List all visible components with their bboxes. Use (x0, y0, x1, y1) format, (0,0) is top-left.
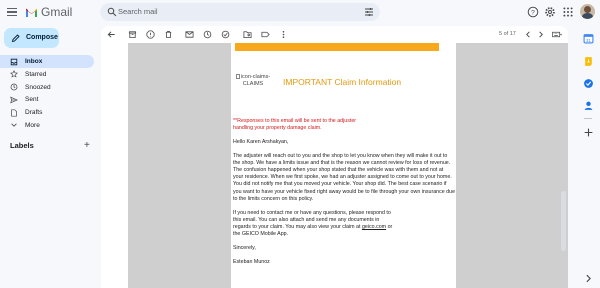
send-icon (10, 96, 18, 104)
newer-chevron-icon[interactable] (524, 30, 533, 39)
compose-label: Compose (26, 34, 58, 41)
older-chevron-icon[interactable] (536, 30, 545, 39)
broken-image-icon (235, 74, 240, 79)
add-to-tasks-icon[interactable] (221, 30, 230, 39)
settings-gear-icon[interactable] (544, 6, 556, 18)
page-count: 5 of 17 (499, 31, 516, 37)
sidebar-item-snoozed[interactable]: Snoozed (0, 81, 94, 94)
labels-heading: Labels (10, 141, 34, 150)
draft-icon (11, 109, 17, 117)
hide-side-panel-icon[interactable] (583, 273, 594, 284)
adjuster-notice: **Responses to this email will be sent t… (233, 118, 357, 132)
mark-unread-icon[interactable] (185, 30, 194, 39)
pencil-icon (11, 34, 20, 43)
label-icon[interactable] (261, 30, 270, 39)
email-title: IMPORTANT Claim Information (283, 77, 402, 87)
add-label-button[interactable]: + (84, 141, 90, 151)
delete-icon[interactable] (164, 30, 173, 39)
message-viewer: icon-claims-CLAIMS IMPORTANT Claim Infor… (128, 43, 568, 288)
side-panel-rail: 31 (576, 26, 600, 288)
sidebar-item-inbox[interactable]: Inbox (0, 55, 94, 68)
gmail-m-icon (25, 7, 38, 17)
sidebar-item-label: Sent (25, 96, 39, 104)
closing: Sincerely, (233, 244, 256, 251)
account-avatar[interactable] (580, 4, 595, 19)
keep-icon[interactable] (583, 56, 594, 67)
top-bar: Gmail Search mail ? (0, 0, 600, 26)
main-menu-icon[interactable] (6, 6, 18, 18)
sidebar-item-drafts[interactable]: Drafts (0, 106, 94, 119)
app-name: Gmail (41, 5, 73, 19)
claims-logo-image: icon-claims-CLAIMS (233, 74, 273, 87)
rail-divider (584, 118, 592, 119)
search-options-icon[interactable] (364, 7, 374, 17)
snooze-icon[interactable] (203, 30, 212, 39)
compose-button[interactable]: Compose (4, 28, 59, 48)
gmail-logo[interactable]: Gmail (25, 5, 72, 19)
move-to-icon[interactable] (243, 30, 252, 39)
report-spam-icon[interactable] (146, 30, 155, 39)
sidebar-item-more[interactable]: More (0, 119, 94, 132)
apps-grid-icon[interactable] (562, 6, 574, 18)
sidebar-item-label: Drafts (25, 109, 43, 117)
get-addons-icon[interactable] (583, 127, 594, 138)
archive-icon[interactable] (128, 30, 137, 39)
scrollbar-thumb[interactable] (561, 191, 566, 251)
clock-icon (10, 83, 18, 91)
keyboard-input-icon[interactable] (551, 30, 563, 39)
chevron-down-icon (11, 124, 17, 128)
header-accent-bar (235, 43, 439, 51)
email-body-frame: icon-claims-CLAIMS IMPORTANT Claim Infor… (231, 43, 456, 288)
more-vert-icon[interactable] (279, 30, 288, 39)
greeting: Hello Karen Arshakyan, (233, 138, 289, 145)
logo-alt-text: icon-claims-CLAIMS (240, 74, 271, 87)
geico-link[interactable]: geico.com (362, 224, 386, 230)
help-icon[interactable]: ? (527, 6, 539, 18)
sidebar-item-label: Inbox (25, 58, 43, 65)
search-input[interactable]: Search mail (118, 6, 158, 18)
svg-text:?: ? (531, 9, 535, 16)
calendar-icon[interactable]: 31 (583, 33, 594, 44)
inbox-icon (10, 58, 18, 65)
email-content: **Responses to this email will be sent t… (233, 118, 456, 272)
sidebar-item-label: Starred (25, 70, 47, 78)
message-panel: 5 of 17 icon-claims-CLAIMS IMPORTANT Cla… (101, 26, 568, 288)
star-icon (10, 70, 18, 78)
sidebar-item-label: More (25, 121, 40, 129)
sidebar-item-starred[interactable]: Starred (0, 68, 94, 81)
signature: Esteban Munoz (233, 258, 270, 265)
contacts-icon[interactable] (583, 100, 594, 111)
back-arrow-icon[interactable] (107, 30, 116, 39)
sidebar-item-label: Snoozed (25, 83, 51, 91)
tasks-icon[interactable] (583, 78, 594, 89)
search-icon[interactable] (107, 7, 117, 17)
svg-text:31: 31 (586, 38, 591, 43)
contact-paragraph: If you need to contact me or have any qu… (233, 210, 393, 239)
message-paragraph: The adjuster will reach out to you and t… (233, 152, 456, 202)
sidebar-nav: Inbox Starred Snoozed Sent Drafts More (0, 55, 96, 132)
sidebar-item-sent[interactable]: Sent (0, 93, 94, 106)
search-bar[interactable]: Search mail (100, 3, 380, 21)
message-toolbar: 5 of 17 (101, 26, 568, 43)
